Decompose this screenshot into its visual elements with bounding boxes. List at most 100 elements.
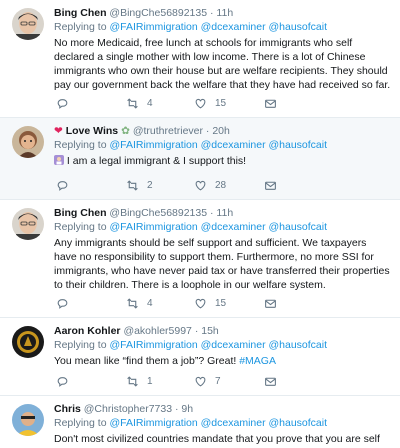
tweet-actions: 1 7: [54, 375, 314, 389]
like-button[interactable]: 15: [194, 297, 226, 310]
mention-link[interactable]: @hausofcait: [269, 221, 328, 233]
direct-message-button[interactable]: [264, 97, 277, 110]
retweet-icon: [127, 376, 138, 387]
reply-icon: [57, 99, 68, 109]
like-button[interactable]: 7: [194, 375, 221, 388]
tweet-actions: 4 15: [54, 97, 314, 111]
tweet-actions: 2 28: [54, 179, 314, 193]
tweet[interactable]: Bing Chen @BingChe56892135 · 11h Replyin…: [0, 200, 400, 318]
reply-icon: [57, 377, 68, 387]
author-name[interactable]: Bing Chen: [54, 207, 107, 219]
avatar[interactable]: [12, 404, 44, 436]
mention-link[interactable]: @dcexaminer: [201, 221, 266, 233]
mention-link[interactable]: @FAIRimmigration: [109, 339, 197, 351]
tweet-text: No more Medicaid, free lunch at schools …: [54, 37, 391, 91]
tweet[interactable]: Bing Chen @BingChe56892135 · 11h Replyin…: [0, 0, 400, 118]
envelope-icon: [265, 377, 276, 386]
reply-button[interactable]: [56, 179, 69, 192]
timestamp[interactable]: 11h: [216, 7, 233, 19]
tweet-text: Don't most civilized countries mandate t…: [54, 433, 380, 445]
direct-message-button[interactable]: [264, 179, 277, 192]
replying-to: Replying to @FAIRimmigration @dcexaminer…: [54, 21, 328, 33]
author-handle[interactable]: @BingChe56892135: [109, 207, 207, 219]
replying-to: Replying to @FAIRimmigration @dcexaminer…: [54, 417, 328, 429]
retweet-count: 4: [147, 298, 153, 309]
mention-link[interactable]: @dcexaminer: [201, 417, 266, 429]
author-name[interactable]: Aaron Kohler: [54, 325, 121, 337]
retweet-count: 2: [147, 180, 153, 191]
envelope-icon: [265, 99, 276, 108]
like-count: 15: [215, 298, 227, 309]
heart-emoji-icon: ❤: [54, 125, 63, 137]
mention-link[interactable]: @FAIRimmigration: [109, 417, 197, 429]
like-count: 28: [215, 180, 227, 191]
mention-link[interactable]: @FAIRimmigration: [109, 139, 197, 151]
separator: ·: [194, 325, 199, 337]
avatar[interactable]: [12, 326, 44, 358]
reply-button[interactable]: [56, 297, 69, 310]
author-handle[interactable]: @truthretriever: [133, 125, 203, 137]
mention-link[interactable]: @dcexaminer: [201, 339, 266, 351]
timestamp[interactable]: 20h: [212, 125, 230, 137]
retweet-count: 1: [147, 376, 153, 387]
author-handle[interactable]: @akohler5997: [123, 325, 191, 337]
like-count: 7: [215, 376, 221, 387]
mention-link[interactable]: @hausofcait: [269, 21, 328, 33]
replying-to: Replying to @FAIRimmigration @dcexaminer…: [54, 221, 328, 233]
reply-button[interactable]: [56, 375, 69, 388]
replying-to: Replying to @FAIRimmigration @dcexaminer…: [54, 139, 328, 151]
flower-icon: ✿: [121, 125, 130, 137]
heart-icon: [195, 98, 206, 109]
avatar[interactable]: [12, 8, 44, 40]
timestamp[interactable]: 15h: [201, 325, 219, 337]
author-handle[interactable]: @Christopher7733: [84, 403, 172, 415]
reply-icon: [57, 299, 68, 309]
avatar[interactable]: [12, 208, 44, 240]
author-name[interactable]: Chris: [54, 403, 81, 415]
separator: ·: [174, 403, 179, 415]
heart-icon: [195, 376, 206, 387]
mention-link[interactable]: @dcexaminer: [201, 21, 266, 33]
retweet-icon: [127, 180, 138, 191]
reply-icon: [57, 181, 68, 191]
retweet-button[interactable]: 2: [126, 179, 153, 192]
author-name[interactable]: Bing Chen: [54, 7, 107, 19]
tweet-actions: 4 15: [54, 297, 314, 311]
author-name[interactable]: Love Wins: [66, 125, 118, 137]
timestamp[interactable]: 9h: [181, 403, 193, 415]
tweet[interactable]: Aaron Kohler @akohler5997 · 15h Replying…: [0, 318, 400, 396]
retweet-button[interactable]: 1: [126, 375, 153, 388]
heart-icon: [195, 180, 206, 191]
tweet-text: I am a legal immigrant & I support this!: [54, 154, 392, 168]
envelope-icon: [265, 299, 276, 308]
direct-message-button[interactable]: [264, 375, 277, 388]
retweet-button[interactable]: 4: [126, 97, 153, 110]
envelope-icon: [265, 181, 276, 190]
separator: ·: [205, 125, 210, 137]
tweet[interactable]: ❤ Love Wins ✿ @truthretriever · 20h Repl…: [0, 118, 400, 200]
tweet-text: You mean like “find them a job”? Great! …: [54, 355, 276, 367]
retweet-count: 4: [147, 98, 153, 109]
retweet-icon: [127, 298, 138, 309]
like-button[interactable]: 15: [194, 97, 226, 110]
mention-link[interactable]: @hausofcait: [269, 339, 328, 351]
retweet-button[interactable]: 4: [126, 297, 153, 310]
like-button[interactable]: 28: [194, 179, 226, 192]
hashtag-link[interactable]: #MAGA: [239, 355, 276, 367]
separator: ·: [210, 207, 214, 219]
mention-link[interactable]: @FAIRimmigration: [109, 21, 197, 33]
person-emoji-icon: [54, 155, 64, 165]
tweet[interactable]: Chris @Christopher7733 · 9h Replying to …: [0, 396, 400, 448]
mention-link[interactable]: @FAIRimmigration: [109, 221, 197, 233]
author-handle[interactable]: @BingChe56892135: [109, 7, 207, 19]
avatar[interactable]: [12, 126, 44, 158]
reply-button[interactable]: [56, 97, 69, 110]
retweet-icon: [127, 98, 138, 109]
timestamp[interactable]: 11h: [216, 207, 233, 219]
mention-link[interactable]: @hausofcait: [269, 139, 328, 151]
tweet-text: Any immigrants should be self support an…: [54, 237, 390, 291]
mention-link[interactable]: @hausofcait: [269, 417, 328, 429]
heart-icon: [195, 298, 206, 309]
direct-message-button[interactable]: [264, 297, 277, 310]
mention-link[interactable]: @dcexaminer: [201, 139, 266, 151]
